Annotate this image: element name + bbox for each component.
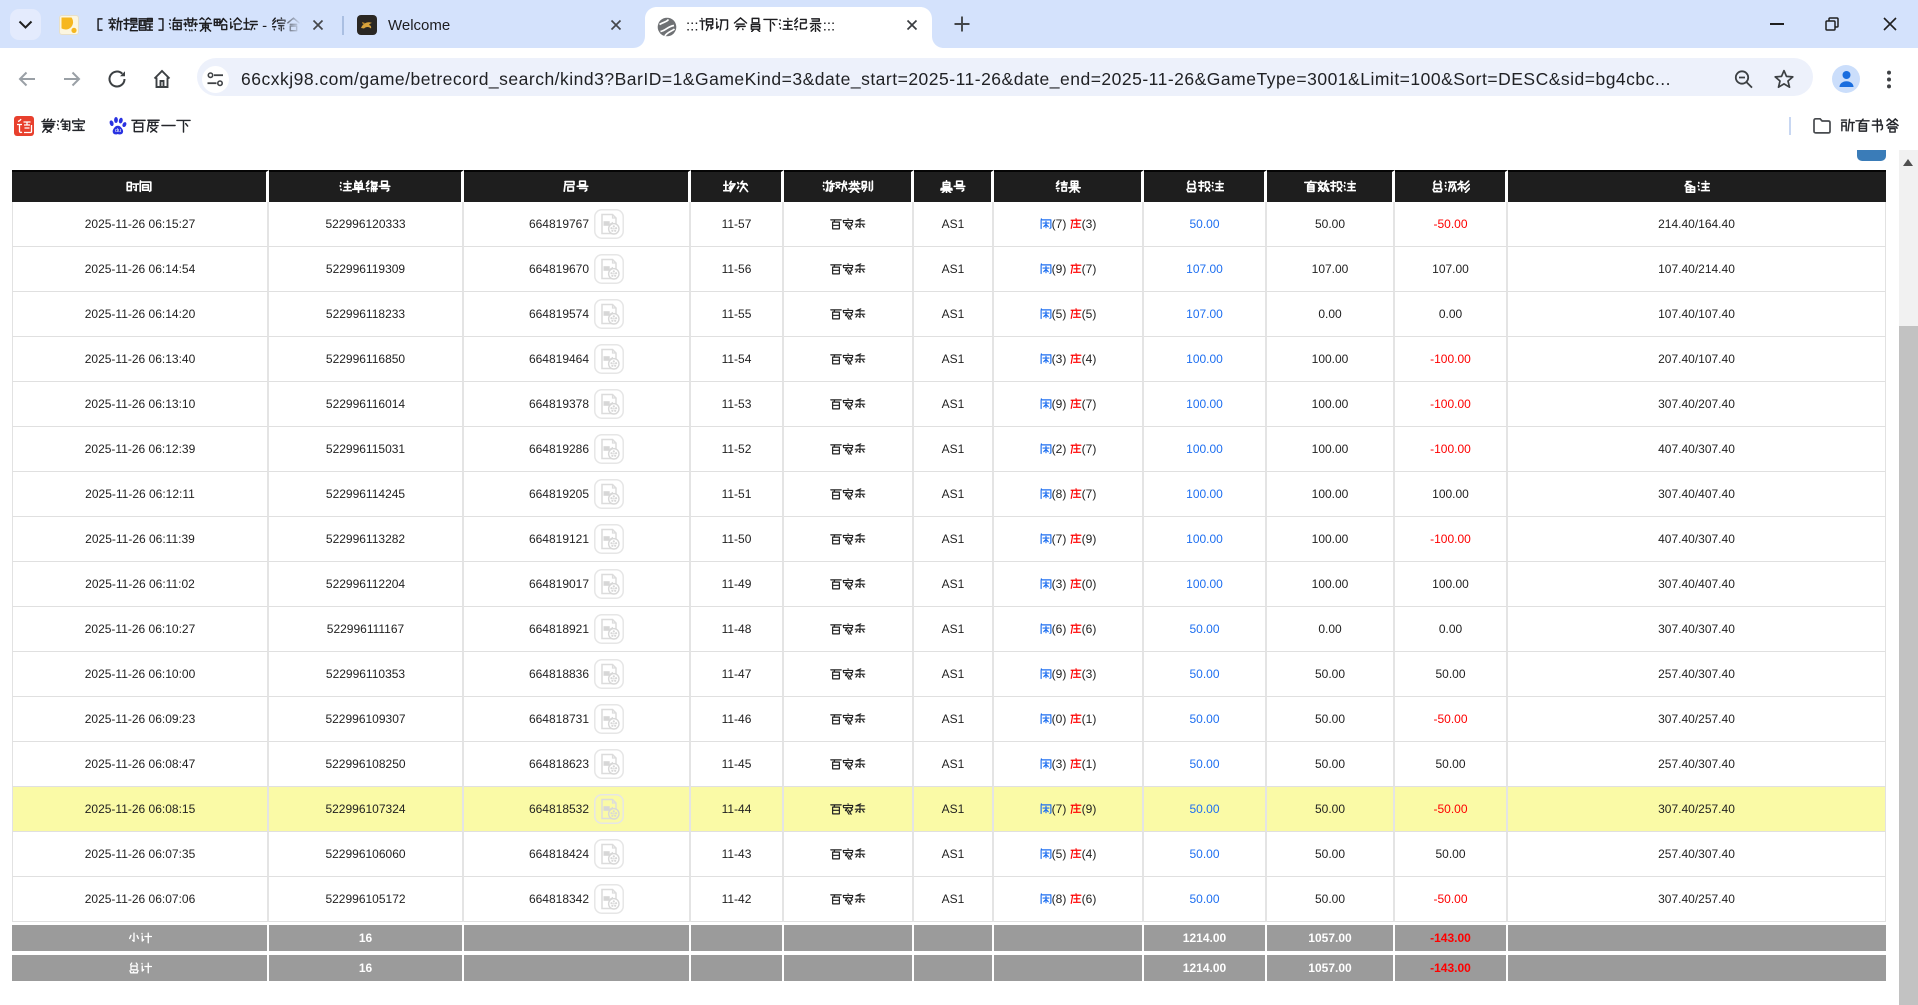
svg-text:du: du xyxy=(115,128,121,134)
